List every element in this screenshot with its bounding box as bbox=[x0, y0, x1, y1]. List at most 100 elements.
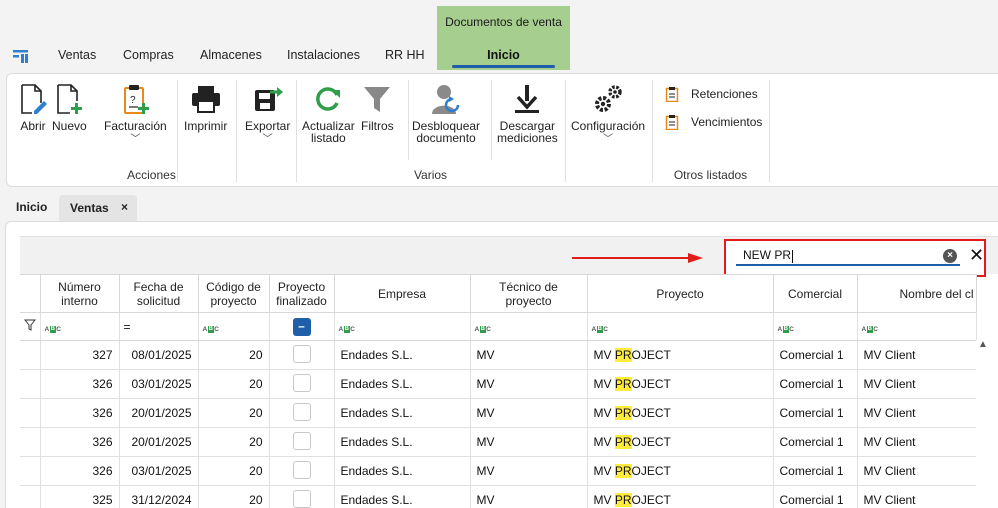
finalizado-checkbox[interactable] bbox=[292, 489, 311, 508]
chevron-down-icon: ﹀ bbox=[262, 134, 273, 145]
ribbon-separator bbox=[236, 80, 237, 182]
proyecto-text: OJECT bbox=[631, 406, 671, 420]
filter-numero[interactable]: ABC bbox=[40, 312, 120, 341]
facturacion-button[interactable]: ? Facturación ﹀ bbox=[104, 82, 167, 146]
ribbon-separator bbox=[491, 80, 492, 160]
vencimientos-button[interactable]: Vencimientos bbox=[665, 114, 762, 130]
proyecto-text: MV bbox=[593, 435, 615, 449]
nuevo-button[interactable]: Nuevo bbox=[52, 82, 87, 132]
text-filter-icon: ABC bbox=[861, 325, 879, 333]
filter-proyecto[interactable]: ABC bbox=[587, 312, 774, 341]
header-proyecto-finalizado[interactable]: Proyecto finalizado bbox=[269, 274, 335, 313]
header-nombre-cliente[interactable]: Nombre del cl bbox=[857, 274, 977, 313]
menu-rrhh[interactable]: RR HH bbox=[385, 48, 425, 62]
filter-finalizado[interactable]: – bbox=[269, 312, 335, 341]
finalizado-checkbox[interactable] bbox=[292, 344, 311, 363]
menu-ventas[interactable]: Ventas bbox=[58, 48, 96, 62]
header-numero-interno[interactable]: Número interno bbox=[40, 274, 120, 313]
descargar-mediciones-button[interactable]: Descargar mediciones bbox=[497, 82, 558, 144]
cell-cliente: MV Client bbox=[857, 427, 977, 457]
table-row[interactable]: 326 20/01/2025 20 Endades S.L. MV MV PROJECT C… bbox=[20, 398, 977, 428]
doc-tab-inicio[interactable]: Inicio bbox=[16, 200, 47, 214]
header-empresa[interactable]: Empresa bbox=[334, 274, 471, 313]
tab-inicio[interactable]: Inicio bbox=[437, 48, 570, 62]
header-comercial[interactable]: Comercial bbox=[773, 274, 858, 313]
close-search-icon[interactable]: ✕ bbox=[969, 245, 984, 266]
cell-fecha: 03/01/2025 bbox=[119, 369, 199, 399]
indeterminate-checkbox[interactable]: – bbox=[292, 317, 311, 336]
cell-empresa: Endades S.L. bbox=[334, 427, 471, 457]
table-row[interactable]: 326 03/01/2025 20 Endades S.L. MV MV PROJECT C… bbox=[20, 369, 977, 399]
row-selector bbox=[20, 369, 41, 399]
desbloquear-label-2: documento bbox=[416, 131, 476, 145]
filter-funnel-icon[interactable] bbox=[20, 312, 41, 341]
desbloquear-documento-button[interactable]: Desbloquear documento bbox=[412, 82, 480, 144]
cell-finalizado bbox=[269, 340, 335, 370]
finalizado-checkbox[interactable] bbox=[292, 431, 311, 450]
cell-finalizado bbox=[269, 369, 335, 399]
table-row[interactable]: 326 03/01/2025 20 Endades S.L. MV MV PROJECT C… bbox=[20, 456, 977, 486]
doc-tab-ventas[interactable]: Ventas × bbox=[59, 195, 137, 221]
header-fecha-solicitud[interactable]: Fecha de solicitud bbox=[119, 274, 199, 313]
vertical-scrollbar[interactable]: ▲ bbox=[976, 339, 998, 508]
ribbon: Abrir Nuevo ? Facturación ﹀ Imprimir Exp… bbox=[6, 73, 998, 187]
search-match-highlight: PR bbox=[614, 348, 632, 362]
table-row[interactable]: 325 31/12/2024 20 Endades S.L. MV MV PROJECT C… bbox=[20, 485, 977, 508]
exportar-label: Exportar bbox=[245, 119, 291, 133]
cell-tecnico: MV bbox=[470, 456, 588, 486]
filter-comercial[interactable]: ABC bbox=[773, 312, 858, 341]
cell-finalizado bbox=[269, 427, 335, 457]
cell-fecha: 03/01/2025 bbox=[119, 456, 199, 486]
scroll-up-icon[interactable]: ▲ bbox=[978, 339, 988, 350]
ribbon-separator bbox=[652, 80, 653, 182]
finalizado-checkbox[interactable] bbox=[292, 373, 311, 392]
ventas-table: Número interno Fecha de solicitud Código d… bbox=[20, 274, 977, 508]
cell-proyecto: MV PROJECT bbox=[587, 485, 774, 508]
cell-comercial: Comercial 1 bbox=[773, 485, 858, 508]
search-input[interactable] bbox=[736, 246, 960, 266]
proyecto-text: MV bbox=[593, 493, 615, 507]
menu-compras[interactable]: Compras bbox=[123, 48, 174, 62]
abrir-button[interactable]: Abrir bbox=[17, 82, 49, 132]
header-tecnico-proyecto[interactable]: Técnico de proyecto bbox=[470, 274, 588, 313]
header-proyecto[interactable]: Proyecto bbox=[587, 274, 774, 313]
imprimir-button[interactable]: Imprimir bbox=[184, 82, 227, 132]
cell-empresa: Endades S.L. bbox=[334, 398, 471, 428]
cell-fecha: 08/01/2025 bbox=[119, 340, 199, 370]
cell-codigo: 20 bbox=[198, 456, 270, 486]
retenciones-button[interactable]: Retenciones bbox=[665, 86, 758, 102]
app-logo-icon[interactable] bbox=[12, 48, 30, 64]
descargar-label-2: mediciones bbox=[497, 131, 558, 145]
cell-empresa: Endades S.L. bbox=[334, 485, 471, 508]
close-tab-icon[interactable]: × bbox=[121, 200, 128, 214]
doc-tab-ventas-label: Ventas bbox=[70, 201, 109, 215]
filter-funnel-icon bbox=[361, 82, 393, 116]
clear-search-icon[interactable]: × bbox=[943, 249, 957, 263]
filter-fecha[interactable]: = bbox=[119, 312, 199, 341]
ribbon-separator bbox=[177, 80, 178, 182]
configuracion-button[interactable]: Configuración ﹀ bbox=[571, 82, 645, 146]
table-row[interactable]: 327 08/01/2025 20 Endades S.L. MV MV PROJECT C… bbox=[20, 340, 977, 370]
filter-tecnico[interactable]: ABC bbox=[470, 312, 588, 341]
proyecto-text: OJECT bbox=[631, 348, 671, 362]
header-codigo-proyecto[interactable]: Código de proyecto bbox=[198, 274, 270, 313]
actualizar-label-2: listado bbox=[311, 131, 346, 145]
actualizar-listado-button[interactable]: Actualizar listado bbox=[302, 82, 355, 144]
cell-numero: 326 bbox=[40, 427, 120, 457]
menu-instalaciones[interactable]: Instalaciones bbox=[287, 48, 360, 62]
finalizado-checkbox[interactable] bbox=[292, 460, 311, 479]
filter-codigo[interactable]: ABC bbox=[198, 312, 270, 341]
finalizado-checkbox[interactable] bbox=[292, 402, 311, 421]
nuevo-label: Nuevo bbox=[52, 119, 87, 133]
filtros-button[interactable]: Filtros bbox=[361, 82, 394, 132]
abrir-label: Abrir bbox=[20, 119, 46, 133]
filter-empresa[interactable]: ABC bbox=[334, 312, 471, 341]
cell-comercial: Comercial 1 bbox=[773, 340, 858, 370]
exportar-button[interactable]: Exportar ﹀ bbox=[245, 82, 290, 146]
filter-cliente[interactable]: ABC bbox=[857, 312, 977, 341]
table-row[interactable]: 326 20/01/2025 20 Endades S.L. MV MV PROJECT C… bbox=[20, 427, 977, 457]
group-label-acciones: Acciones bbox=[127, 168, 176, 182]
menu-almacenes[interactable]: Almacenes bbox=[200, 48, 262, 62]
cell-cliente: MV Client bbox=[857, 340, 977, 370]
cell-empresa: Endades S.L. bbox=[334, 369, 471, 399]
